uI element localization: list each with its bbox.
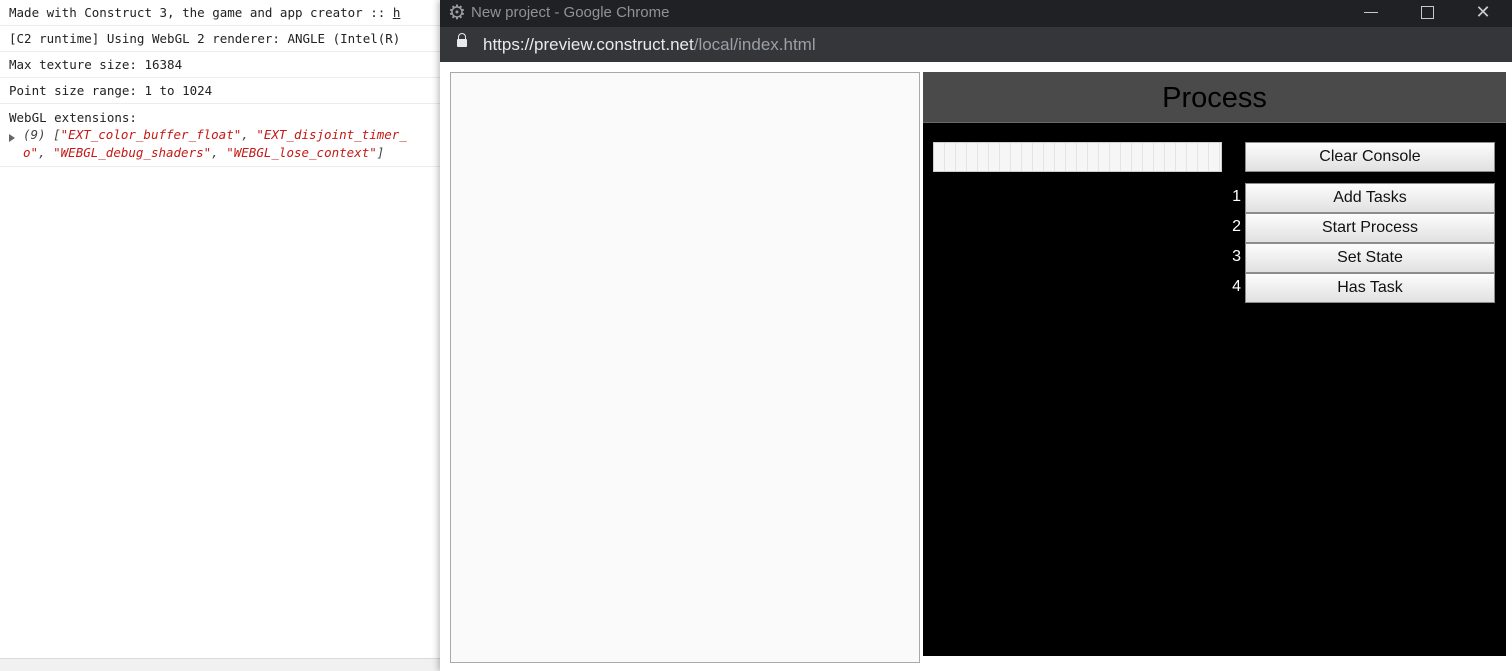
process-panel: Process Clear Console 1 Add Tasks 2 Star… [923,72,1506,656]
array-count: (9) [23,127,46,142]
array-bracket: [ [45,127,61,142]
chrome-window: ⚙ New project - Google Chrome ✕ https://… [440,0,1512,671]
window-titlebar[interactable]: ⚙ New project - Google Chrome ✕ [440,0,1512,27]
devtools-console: Made with Construct 3, the game and app … [0,0,441,671]
console-message-text: WebGL extensions: [9,110,137,125]
has-task-button[interactable]: Has Task [1245,273,1495,303]
action-number: 4 [1232,278,1241,295]
clear-console-button[interactable]: Clear Console [1245,142,1495,172]
url-text[interactable]: https://preview.construct.net/local/inde… [483,27,816,62]
console-message-extensions: WebGL extensions: (9) ["EXT_color_buffer… [0,104,440,167]
minimize-button[interactable] [1346,0,1396,27]
array-separator: , [241,127,257,142]
process-title: Process [1162,82,1267,114]
console-scrollbar[interactable] [0,658,440,671]
action-number: 3 [1232,248,1241,265]
set-state-button[interactable]: Set State [1245,243,1495,273]
console-message: Max texture size: 16384 [0,52,440,78]
expand-arrow-icon[interactable] [9,134,15,142]
gear-icon: ⚙ [448,2,466,24]
url-host: https://preview.construct.net [483,35,694,54]
page-viewport: Process Clear Console 1 Add Tasks 2 Star… [440,62,1512,671]
array-item: "WEBGL_lose_context" [226,145,377,160]
console-message: Point size range: 1 to 1024 [0,78,440,104]
output-panel [450,72,920,663]
array-item: "EXT_disjoint_timer_ [256,127,407,142]
process-header: Process [923,72,1506,123]
add-tasks-button[interactable]: Add Tasks [1245,183,1495,213]
array-separator: , [211,145,227,160]
array-item: "WEBGL_debug_shaders" [53,145,212,160]
lock-icon[interactable] [457,33,467,47]
console-message: Made with Construct 3, the game and app … [0,0,440,26]
address-bar[interactable]: https://preview.construct.net/local/inde… [440,27,1512,62]
window-title: New project - Google Chrome [471,4,670,21]
console-message: [C2 runtime] Using WebGL 2 renderer: ANG… [0,26,440,52]
action-number: 2 [1232,218,1241,235]
maximize-button[interactable] [1402,0,1452,27]
console-array-expandable[interactable]: (9) ["EXT_color_buffer_float", "EXT_disj… [9,126,440,162]
array-item: o" [23,145,39,160]
array-item: "EXT_color_buffer_float" [60,127,242,142]
close-button[interactable]: ✕ [1458,0,1508,27]
console-link[interactable]: h [393,5,401,20]
start-process-button[interactable]: Start Process [1245,213,1495,243]
array-separator: , [38,145,54,160]
array-bracket: ] [376,145,385,160]
console-message-text: Made with Construct 3, the game and app … [9,5,393,20]
action-number: 1 [1232,188,1241,205]
url-path: /local/index.html [693,35,816,54]
process-text-input[interactable] [933,142,1222,172]
